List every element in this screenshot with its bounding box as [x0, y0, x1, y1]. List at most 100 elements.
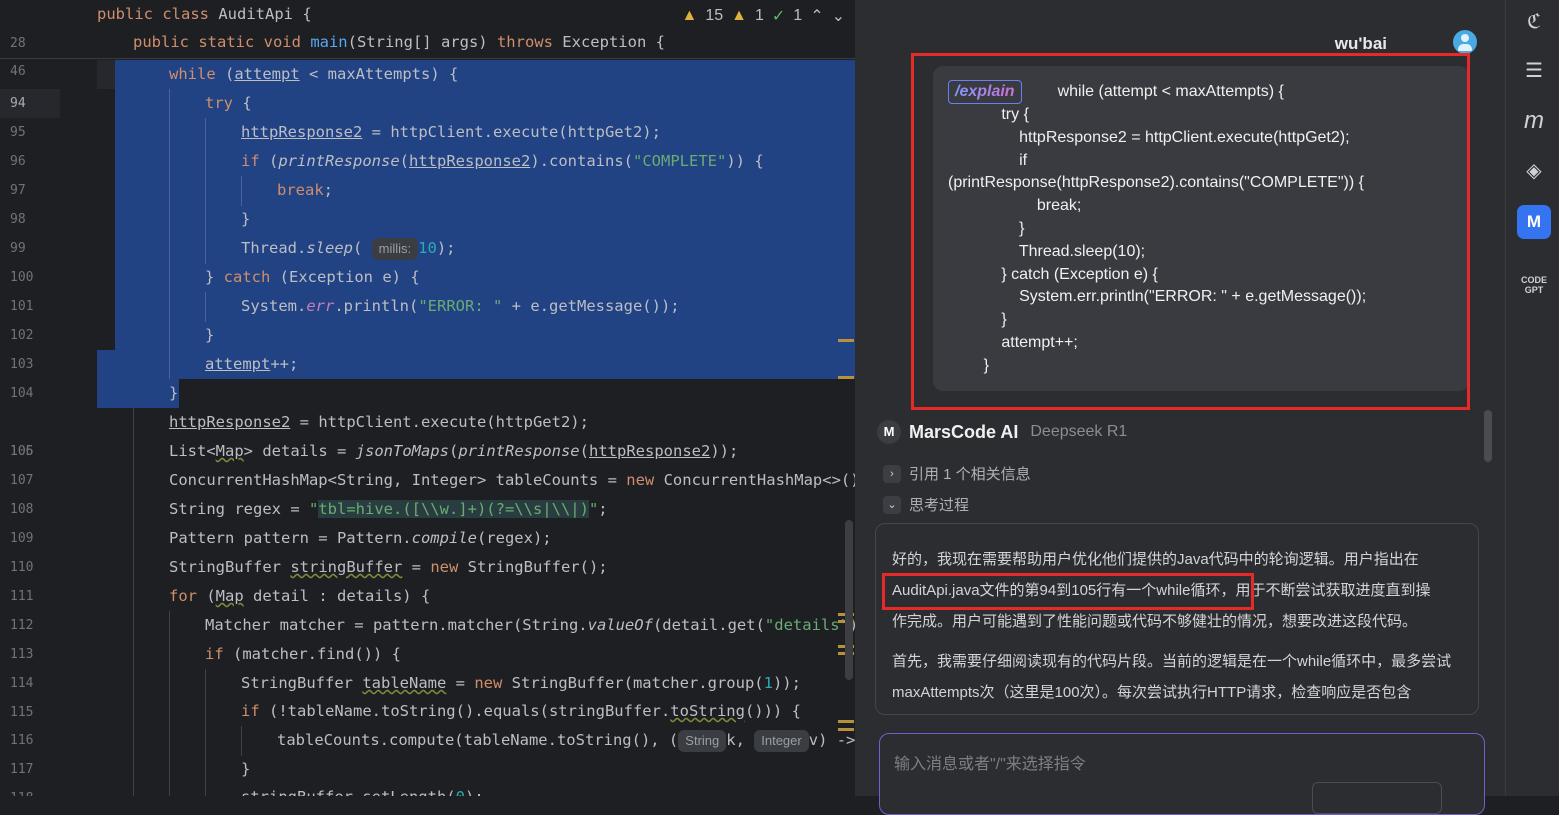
- code-editor[interactable]: 28 public class AuditApi { 46 public sta…: [0, 0, 855, 796]
- code-line-101[interactable]: 101 } catch (Exception e) {: [0, 263, 855, 321]
- code-line-118[interactable]: 118 }: [0, 755, 855, 796]
- code-token: jsonToMaps: [355, 442, 449, 460]
- code-token: ConcurrentHashMap<>();: [654, 471, 855, 489]
- code-line-110[interactable]: 110 Pattern pattern = Pattern.compile(re…: [0, 524, 855, 575]
- weak-warning-icon: ▲: [731, 7, 747, 24]
- code-token: "ERROR: ": [418, 297, 503, 315]
- next-highlight-icon[interactable]: ⌄: [832, 6, 845, 26]
- code-token: ConcurrentHashMap<String, Integer> table…: [169, 471, 627, 489]
- indent-guide: [205, 292, 206, 322]
- code-token: StringBuffer();: [458, 558, 608, 576]
- code-token: try: [205, 94, 233, 112]
- code-line-115[interactable]: 115 StringBuffer tableName = new StringB…: [0, 669, 855, 720]
- code-line-116[interactable]: 116 if (!tableName.toString().equals(str…: [0, 697, 855, 748]
- code-token: ).contains(: [530, 152, 633, 170]
- warning-stripe[interactable]: [838, 339, 854, 342]
- warning-stripe[interactable]: [838, 720, 854, 723]
- code-token: while: [169, 65, 216, 83]
- right-tool-strip: ℭ ☰ m ◈ M CODE GPT: [1505, 0, 1559, 796]
- code-token: {: [292, 5, 312, 23]
- code-line-106[interactable]: 106 httpResponse2 = httpClient.execute(h…: [0, 408, 855, 459]
- code-token: httpResponse2: [409, 152, 531, 170]
- warning-stripe[interactable]: [838, 728, 854, 731]
- code-token: (!tableName.toString().equals(stringBuff…: [259, 702, 671, 720]
- user-avatar-icon: [1453, 30, 1477, 54]
- line-number: 96: [0, 147, 68, 176]
- editor-scrollbar[interactable]: [845, 520, 853, 680]
- code-line-113[interactable]: 113 Matcher matcher = pattern.matcher(St…: [0, 611, 855, 662]
- codegpt-icon[interactable]: CODE GPT: [1521, 275, 1547, 301]
- code-token: httpResponse2: [241, 123, 363, 141]
- chat-input[interactable]: 输入消息或者"/"来选择指令: [879, 733, 1485, 815]
- sticky-line-method[interactable]: 46 public static void main(String[] args…: [0, 28, 855, 79]
- highlight-box-line-range: [882, 573, 1254, 610]
- code-token: tableCounts.compute(tableName.toString()…: [277, 731, 679, 749]
- indent-guide: [169, 89, 170, 379]
- code-token: (regex);: [476, 529, 552, 547]
- inspection-widget[interactable]: ▲ 15 ▲ 1 ✓ 1 ⌃ ⌄: [681, 6, 845, 26]
- thinking-text: 作完成。用户可能遇到了性能问题或代码不够健壮的情况，想要改进这段代码。: [892, 613, 1418, 630]
- code-line-96[interactable]: 96 httpResponse2 = httpClient.execute(ht…: [0, 118, 855, 176]
- code-token: (: [215, 65, 235, 83]
- code-token: httpResponse2: [169, 413, 291, 431]
- code-line-119[interactable]: 119 stringBuffer.setLength(0);: [0, 783, 855, 796]
- indent-guide: [205, 669, 206, 796]
- code-line-95[interactable]: 95 try {: [0, 89, 855, 147]
- ai-assistant-icon[interactable]: ℭ: [1521, 9, 1547, 35]
- code-token: printResponse: [278, 152, 400, 170]
- code-line-109[interactable]: 109 String regex = "tbl=hive.([\\w.]+)(?…: [0, 495, 855, 546]
- code-line-112[interactable]: 112 for (Map detail : details) {: [0, 582, 855, 633]
- code-token: if: [241, 152, 260, 170]
- code-line-99[interactable]: 99 }: [0, 205, 855, 263]
- thinking-text: maxAttempts次（这里是100次）。每次尝试执行HTTP请求，检查响应是…: [892, 684, 1412, 701]
- code-token: httpResponse2: [589, 442, 711, 460]
- warning-stripe[interactable]: [838, 376, 854, 379]
- caret-line-marker: [97, 60, 115, 89]
- database-icon[interactable]: ☰: [1521, 58, 1547, 84]
- m-plugin-icon[interactable]: m: [1521, 108, 1547, 134]
- code-line-111[interactable]: 111 StringBuffer stringBuffer = new Stri…: [0, 553, 855, 604]
- references-toggle[interactable]: › 引用 1 个相关信息: [883, 463, 1031, 484]
- check-icon: ✓: [771, 8, 786, 25]
- code-line-97[interactable]: 97 if (printResponse(httpResponse2).cont…: [0, 147, 855, 205]
- code-token: valueOf: [587, 616, 653, 634]
- code-token: )) {: [726, 152, 764, 170]
- code-token: {: [233, 94, 252, 112]
- code-token: (: [579, 442, 589, 460]
- chat-scrollbar[interactable]: [1484, 410, 1492, 462]
- code-line-94[interactable]: 94 while (attempt < maxAttempts) {: [0, 60, 855, 118]
- line-number: 102: [0, 321, 68, 350]
- assistant-name: MarsCode AI: [909, 421, 1019, 442]
- model-selector[interactable]: [1312, 782, 1442, 814]
- code-token: =: [402, 558, 431, 576]
- code-token: break: [277, 181, 324, 199]
- code-token: 10: [418, 239, 437, 257]
- code-line-108[interactable]: 108 ConcurrentHashMap<String, Integer> t…: [0, 466, 855, 517]
- code-token: StringBuffer: [169, 558, 291, 576]
- code-line-98[interactable]: 98 break;: [0, 176, 855, 234]
- code-token: main: [310, 33, 348, 51]
- code-line-105[interactable]: 105 }: [0, 379, 855, 459]
- code-token: }: [241, 760, 251, 778]
- code-token: attempt: [234, 65, 300, 83]
- code-line-117[interactable]: 117 tableCounts.compute(tableName.toStri…: [0, 726, 855, 777]
- code-token: );: [436, 239, 456, 257]
- code-line-103[interactable]: 103 }: [0, 321, 855, 379]
- thinking-toggle[interactable]: ⌄ 思考过程: [883, 494, 969, 515]
- thinking-label: 思考过程: [909, 497, 970, 514]
- marscode-tool-icon[interactable]: M: [1517, 205, 1551, 239]
- code-line-102[interactable]: 102 System.err.println("ERROR: " + e.get…: [0, 292, 855, 350]
- code-token: new: [626, 471, 655, 489]
- code-token: AuditApi: [218, 5, 293, 23]
- code-token: ": [588, 500, 599, 518]
- code-line-107[interactable]: 107 List<Map> details = jsonToMaps(print…: [0, 437, 855, 488]
- line-number: 100: [0, 263, 68, 292]
- python-icon[interactable]: ◈: [1521, 158, 1547, 184]
- code-token: Thread.: [241, 239, 307, 257]
- indent-guide: [169, 611, 170, 796]
- code-line-100[interactable]: 100 Thread.sleep( millis: 10);: [0, 234, 855, 292]
- code-line-104[interactable]: 104 attempt++;: [0, 350, 855, 408]
- previous-highlight-icon[interactable]: ⌃: [810, 6, 823, 26]
- code-token: );: [465, 788, 484, 796]
- code-line-114[interactable]: 114 if (matcher.find()) {: [0, 640, 855, 691]
